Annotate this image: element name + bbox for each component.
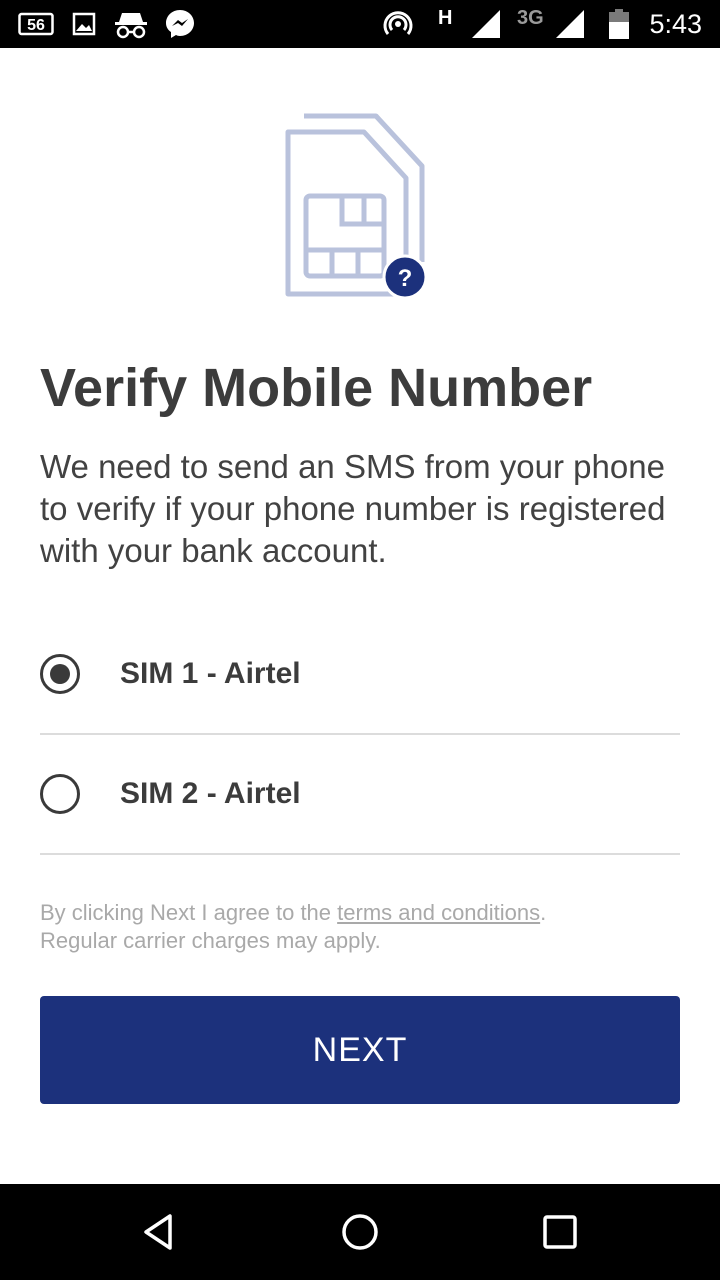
signal-icon bbox=[470, 8, 502, 40]
notification-56-icon: 56 bbox=[18, 8, 54, 40]
terms-prefix: By clicking Next I agree to the bbox=[40, 900, 338, 925]
home-icon[interactable] bbox=[336, 1208, 384, 1256]
carrier-charges-notice: Regular carrier charges may apply. bbox=[40, 928, 381, 953]
description: We need to send an SMS from your phone t… bbox=[40, 448, 666, 569]
sim-1-label: SIM 1 - Airtel bbox=[120, 657, 301, 690]
status-bar: 56 H 3G 5:43 bbox=[0, 0, 720, 48]
sim-card-question-icon: ? bbox=[280, 112, 430, 302]
navigation-bar bbox=[0, 1184, 720, 1280]
incognito-icon bbox=[114, 8, 148, 40]
sim-option-1[interactable]: SIM 1 - Airtel bbox=[40, 614, 680, 734]
terms-notice: By clicking Next I agree to the terms an… bbox=[40, 899, 680, 955]
hotspot-icon bbox=[382, 8, 414, 40]
recents-icon[interactable] bbox=[536, 1208, 584, 1256]
sim-2-label: SIM 2 - Airtel bbox=[120, 777, 301, 810]
messenger-icon bbox=[164, 8, 196, 40]
next-button[interactable]: NEXT bbox=[40, 996, 680, 1104]
battery-icon bbox=[608, 8, 630, 40]
terms-link[interactable]: terms and conditions bbox=[337, 900, 540, 925]
sim-1-radio[interactable] bbox=[40, 654, 80, 694]
signal-icon bbox=[554, 8, 586, 40]
sim-2-radio[interactable] bbox=[40, 774, 80, 814]
network-h-label: H bbox=[438, 6, 453, 29]
sim-badge-text: ? bbox=[398, 265, 413, 292]
notification-badge-text: 56 bbox=[27, 17, 45, 34]
sim-option-2[interactable]: SIM 2 - Airtel bbox=[40, 734, 680, 854]
verify-screen: ? Verify Mobile Number We need to send a… bbox=[0, 48, 720, 1184]
network-3g-label: 3G bbox=[517, 6, 544, 29]
image-icon bbox=[72, 8, 96, 40]
terms-suffix: . bbox=[540, 900, 547, 925]
divider bbox=[40, 853, 680, 855]
clock: 5:43 bbox=[649, 9, 702, 39]
page-title: Verify Mobile Number bbox=[40, 358, 593, 418]
back-icon[interactable] bbox=[136, 1208, 184, 1256]
